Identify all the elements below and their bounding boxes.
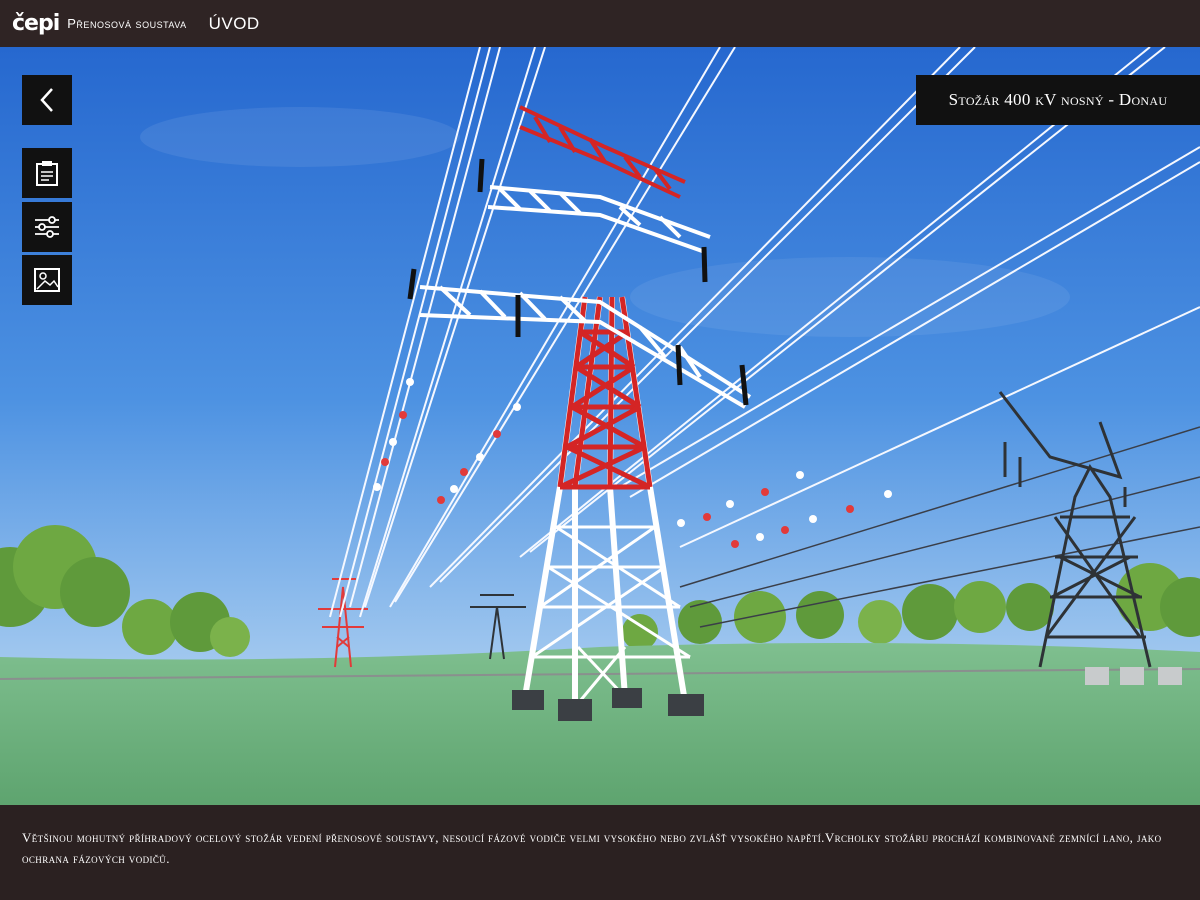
cloud [140, 107, 460, 167]
dark-tower-footings [1085, 667, 1182, 685]
description-text: Většinou mohutný příhradový ocelový stož… [22, 830, 1162, 866]
settings-button[interactable] [22, 202, 72, 252]
description-panel: Většinou mohutný příhradový ocelový stož… [0, 805, 1200, 900]
scene-viewport[interactable] [0, 47, 1200, 805]
ground [0, 643, 1200, 805]
info-button[interactable] [22, 148, 72, 198]
ceps-logo[interactable]: čepi [12, 12, 60, 35]
back-button[interactable] [22, 75, 72, 125]
tower-scene [0, 47, 1200, 805]
app-title: Přenosová soustava [67, 16, 187, 31]
gallery-button[interactable] [22, 255, 72, 305]
sliders-icon [35, 216, 59, 238]
chevron-left-icon [40, 88, 53, 112]
clipboard-icon [36, 161, 58, 186]
object-title-text: Stožár 400 kV nosný - Donau [948, 90, 1168, 109]
top-bar: čepi Přenosová soustava ÚVOD [0, 0, 1200, 47]
nav-home-link[interactable]: ÚVOD [209, 14, 260, 34]
image-icon [34, 268, 60, 292]
object-title: Stožár 400 kV nosný - Donau [916, 75, 1200, 125]
